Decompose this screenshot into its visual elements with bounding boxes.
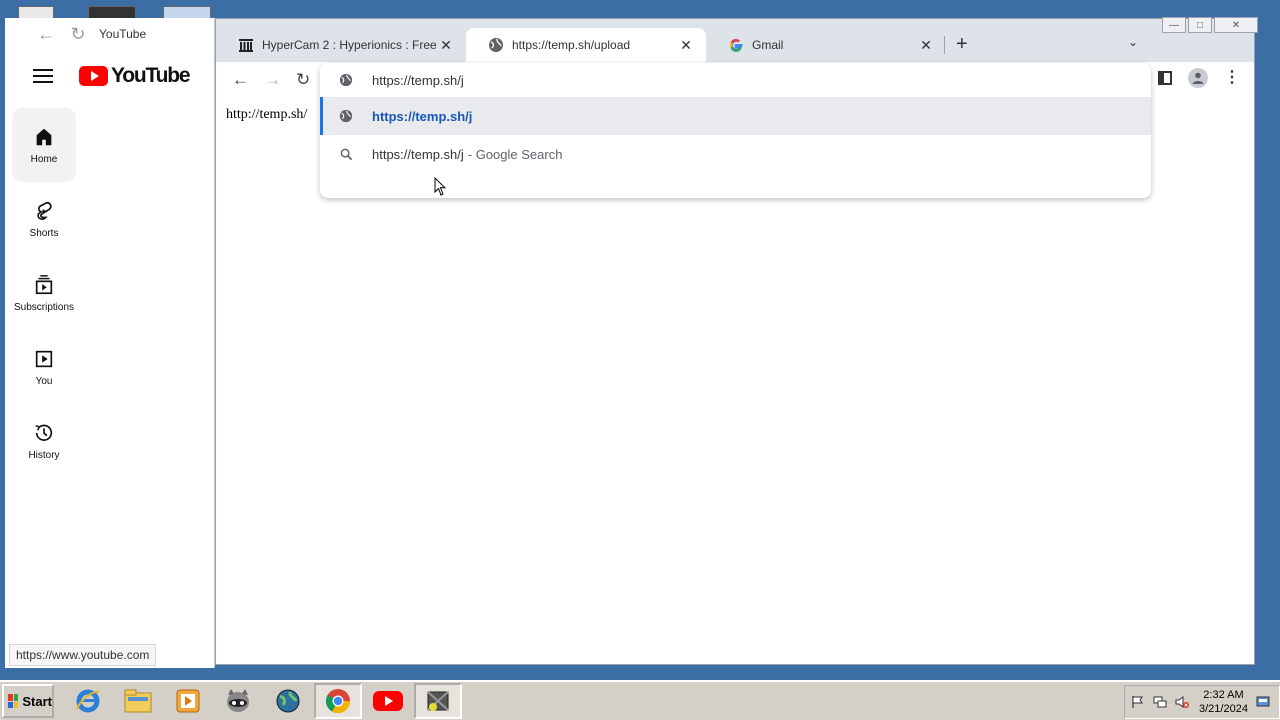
taskbar: Start 2:32 AM 3/21/2024 [0, 680, 1280, 720]
status-bar-url: https://www.youtube.com [9, 644, 157, 666]
archive-icon [238, 37, 254, 53]
tab-label: Gmail [752, 38, 784, 52]
omnibox-suggestion[interactable]: https://temp.sh/j [320, 97, 1151, 135]
sidebar-item-home[interactable]: Home [12, 108, 76, 182]
reload-button[interactable]: ↻ [296, 70, 310, 90]
media-player-icon[interactable] [164, 683, 212, 719]
globe-icon [338, 108, 354, 124]
youtube-play-icon [79, 66, 108, 86]
suggestion-suffix: - Google Search [467, 146, 563, 162]
system-tray: 2:32 AM 3/21/2024 [1124, 685, 1280, 719]
tab-close-icon[interactable]: ✕ [918, 37, 934, 54]
chrome-window: — □ ✕ HyperCam 2 : Hyperionics : Free Do… [215, 17, 1258, 665]
reload-icon[interactable]: ↻ [67, 23, 89, 45]
start-button[interactable]: Start [2, 684, 54, 718]
globe-icon [338, 72, 354, 88]
windows-flag-icon [8, 694, 19, 708]
mouse-cursor-icon [434, 177, 446, 196]
new-tab-button[interactable]: + [956, 33, 968, 56]
forward-button[interactable]: → [264, 70, 281, 90]
sidebar-item-label: Shorts [29, 227, 59, 239]
show-desktop-icon[interactable] [1256, 695, 1270, 709]
back-button[interactable]: ← [232, 70, 249, 90]
action-center-flag-icon[interactable] [1131, 695, 1145, 709]
suggestion-url: https://temp.sh/j [372, 108, 473, 124]
youtube-titlebar: ← ↻ YouTube [5, 18, 214, 50]
sidebar-item-label: History [28, 449, 60, 461]
address-bar-value: https://temp.sh/j [372, 72, 464, 88]
hypercam-icon[interactable] [414, 683, 462, 719]
close-window-button[interactable]: ✕ [1214, 17, 1258, 33]
youtube-window: ← ↻ YouTube YouTube Home Shorts Subscrip… [5, 18, 215, 668]
sidebar-item-you[interactable]: You [12, 330, 76, 404]
taskbar-apps [64, 683, 462, 719]
tab-close-icon[interactable]: ✕ [678, 37, 694, 54]
network-icon[interactable] [1153, 695, 1167, 709]
side-panel-icon[interactable] [1158, 71, 1172, 85]
chrome-icon[interactable] [314, 683, 362, 719]
menu-icon[interactable] [33, 69, 53, 83]
sidebar-item-shorts[interactable]: Shorts [12, 182, 76, 256]
tab-temp-sh[interactable]: https://temp.sh/upload ✕ [466, 28, 706, 62]
sidebar-item-history[interactable]: History [12, 404, 76, 478]
tab-close-icon[interactable]: ✕ [438, 37, 454, 54]
youtube-header: YouTube [5, 50, 214, 102]
toolbar-right: ⋮ [1158, 68, 1240, 88]
google-icon [728, 37, 744, 53]
globe-icon [488, 37, 504, 53]
file-manager-icon[interactable] [114, 683, 162, 719]
suggestion-query: https://temp.sh/j [372, 146, 464, 162]
window-controls: — □ ✕ [1162, 17, 1258, 33]
subscriptions-icon [35, 274, 53, 294]
more-menu-icon[interactable]: ⋮ [1224, 70, 1240, 86]
back-arrow-icon[interactable]: ← [35, 23, 57, 45]
sidebar-item-label: You [35, 375, 53, 387]
youtube-sidebar: Home Shorts Subscriptions You History [5, 108, 214, 478]
youtube-logo-text: YouTube [111, 64, 191, 87]
home-icon [36, 128, 52, 145]
address-bar[interactable]: https://temp.sh/j [320, 63, 1151, 97]
tab-hypercam[interactable]: HyperCam 2 : Hyperionics : Free Download… [216, 28, 466, 62]
tab-label: https://temp.sh/upload [512, 38, 631, 52]
clock[interactable]: 2:32 AM 3/21/2024 [1199, 688, 1248, 716]
sidebar-item-label: Home [30, 153, 58, 165]
clock-time: 2:32 AM [1203, 689, 1244, 701]
youtube-icon[interactable] [364, 683, 412, 719]
youtube-window-title: YouTube [99, 27, 147, 41]
you-icon [35, 350, 53, 367]
sidebar-item-subscriptions[interactable]: Subscriptions [12, 256, 76, 330]
tab-label: HyperCam 2 : Hyperionics : Free Download… [262, 38, 438, 52]
history-icon [35, 424, 53, 441]
tab-strip: — □ ✕ HyperCam 2 : Hyperionics : Free Do… [216, 17, 1258, 62]
internet-explorer-icon[interactable] [64, 683, 112, 719]
volume-muted-icon[interactable] [1175, 695, 1189, 709]
globe-app-icon[interactable] [264, 683, 312, 719]
page-text: http://temp.sh/ [226, 107, 308, 122]
minimize-button[interactable]: — [1162, 17, 1186, 33]
tab-search-chevron-icon[interactable]: ⌄ [1128, 35, 1138, 49]
shorts-icon [37, 201, 52, 220]
raccoon-app-icon[interactable] [214, 683, 262, 719]
youtube-logo[interactable]: YouTube [79, 64, 191, 88]
omnibox-suggestion[interactable]: https://temp.sh/j - Google Search [320, 135, 1151, 173]
start-label: Start [22, 693, 52, 709]
profile-icon[interactable] [1188, 68, 1208, 88]
tab-gmail[interactable]: Gmail ✕ [706, 28, 946, 62]
search-icon [338, 146, 354, 162]
maximize-button[interactable]: □ [1188, 17, 1212, 33]
sidebar-item-label: Subscriptions [13, 301, 75, 313]
tab-separator [944, 36, 945, 54]
clock-date: 3/21/2024 [1199, 703, 1248, 715]
